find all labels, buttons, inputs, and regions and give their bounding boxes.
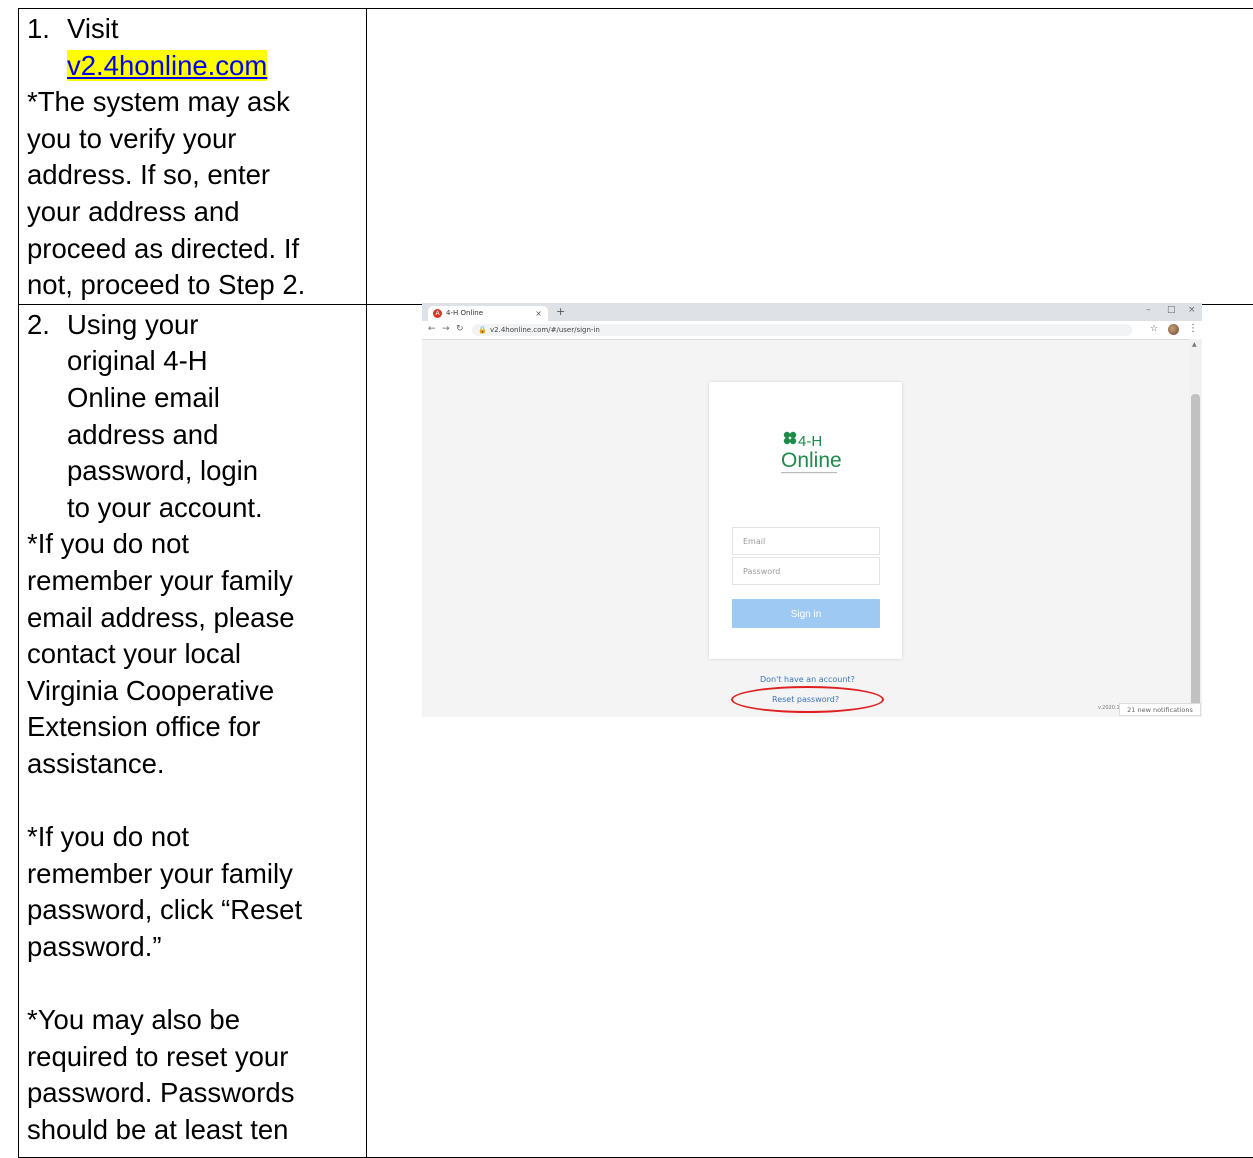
step-2-note1-line: email address, please: [27, 600, 366, 637]
step-1-note-line: *The system may ask: [27, 84, 366, 121]
step-2-number: 2.: [27, 307, 67, 344]
profile-avatar[interactable]: [1168, 324, 1179, 335]
highlight-circle: [731, 686, 884, 713]
step-2-note2-line: *If you do not: [27, 819, 366, 856]
login-screenshot: A 4-H Online × + – □ × ← → ↻ 🔒 v2.4honli…: [422, 303, 1202, 717]
step-2-note2-line: remember your family: [27, 856, 366, 893]
new-tab-icon[interactable]: +: [556, 305, 565, 318]
step-2-note1-line: Virginia Cooperative: [27, 673, 366, 710]
scrollbar-thumb[interactable]: [1191, 394, 1200, 712]
step-1-image-cell: [367, 9, 1253, 305]
step-2-instruction-line: address and: [67, 419, 218, 450]
step-2-note3-line: *You may also be: [27, 1002, 366, 1039]
sign-in-button[interactable]: Sign in: [732, 599, 880, 628]
scroll-up-arrow-icon[interactable]: ▲: [1192, 341, 1197, 348]
4h-online-logo: 4-H Online: [757, 424, 857, 480]
browser-tab[interactable]: A 4-H Online ×: [428, 306, 548, 321]
step-1-note-line: you to verify your: [27, 121, 366, 158]
step-2-note2-line: password, click “Reset: [27, 892, 366, 929]
step-1-text-cell: 1.Visit v2.4honline.com *The system may …: [19, 9, 367, 305]
step-2-note3-line: should be at least ten: [27, 1112, 366, 1149]
step-2-note3-line: password. Passwords: [27, 1075, 366, 1112]
site-link[interactable]: v2.4honline.com: [67, 50, 267, 81]
url-input[interactable]: 🔒 v2.4honline.com/#/user/sign-in: [472, 324, 1132, 336]
bookmark-star-icon[interactable]: ☆: [1150, 324, 1158, 334]
no-account-link[interactable]: Don't have an account?: [760, 675, 855, 684]
close-window-icon[interactable]: ×: [1188, 305, 1196, 315]
step-2-instruction-line: Online email: [67, 382, 220, 413]
step-2-note1-line: Extension office for: [27, 709, 366, 746]
step-1-row: 1.Visit v2.4honline.com *The system may …: [19, 9, 1253, 305]
browser-tab-bar: A 4-H Online × + – □ ×: [422, 303, 1202, 321]
forward-arrow-icon[interactable]: →: [442, 324, 450, 334]
tab-close-icon[interactable]: ×: [535, 306, 542, 321]
back-arrow-icon[interactable]: ←: [428, 324, 436, 334]
step-2-note1-line: assistance.: [27, 746, 366, 783]
step-1-note-line: address. If so, enter: [27, 157, 366, 194]
step-2-note3-line: required to reset your: [27, 1039, 366, 1076]
step-2-instruction-line: original 4-H: [67, 345, 208, 376]
page-scrollbar[interactable]: ▲: [1189, 339, 1202, 717]
step-1-note-line: not, proceed to Step 2.: [27, 267, 366, 304]
step-2-text-cell: 2.Using your original 4-H Online email a…: [19, 304, 367, 1157]
tab-title: 4-H Online: [446, 306, 483, 321]
password-field[interactable]: Password: [732, 557, 880, 585]
step-2-note1-line: remember your family: [27, 563, 366, 600]
restore-icon[interactable]: □: [1167, 305, 1176, 315]
minimize-icon[interactable]: –: [1146, 305, 1151, 315]
email-field[interactable]: Email: [732, 527, 880, 555]
reload-icon[interactable]: ↻: [456, 324, 464, 334]
step-2-instruction-line: password, login: [67, 455, 258, 486]
sign-in-card: 4-H Online Email Password Sign in: [709, 382, 902, 659]
address-bar-row: ← → ↻ 🔒 v2.4honline.com/#/user/sign-in ☆…: [422, 321, 1202, 340]
step-1-number: 1.: [27, 11, 67, 48]
step-1-visit-label: Visit: [67, 13, 118, 44]
step-1-note-line: your address and: [27, 194, 366, 231]
step-2-instruction-line: Using your: [67, 309, 198, 340]
logo-text-top: 4-H: [798, 433, 822, 450]
step-1-note-line: proceed as directed. If: [27, 231, 366, 268]
step-1-heading: 1.Visit: [27, 11, 366, 48]
step-2-note2-line: password.”: [27, 929, 366, 966]
step-2-note1-line: *If you do not: [27, 526, 366, 563]
logo-text-bottom: Online: [781, 449, 842, 472]
menu-kebab-icon[interactable]: ⋮: [1188, 323, 1198, 334]
lock-icon: 🔒: [478, 324, 487, 336]
notifications-badge[interactable]: 21 new notifications: [1119, 703, 1201, 716]
step-2-note1-line: contact your local: [27, 636, 366, 673]
angular-favicon-icon: A: [433, 309, 442, 318]
step-2-instruction-line: to your account.: [67, 492, 263, 523]
url-text: v2.4honline.com/#/user/sign-in: [490, 324, 600, 336]
